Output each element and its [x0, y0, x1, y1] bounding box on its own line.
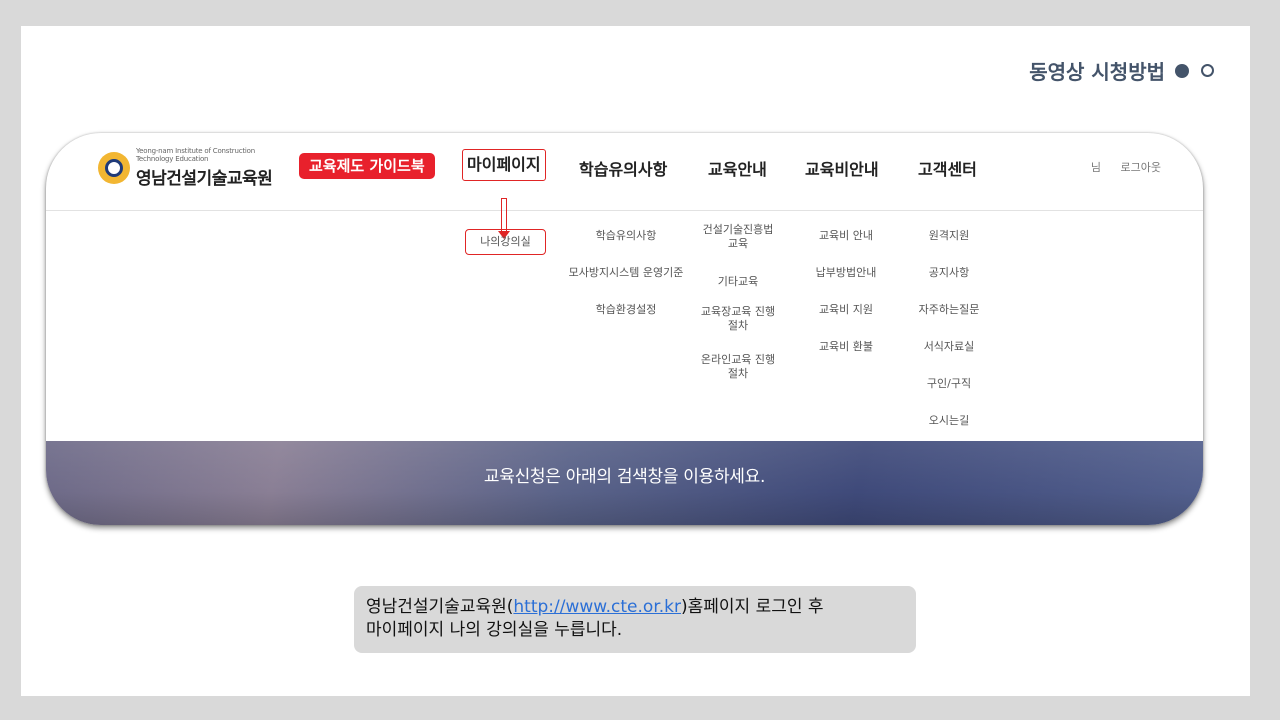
site-url-link[interactable]: http://www.cte.or.kr — [513, 597, 681, 617]
logo-name: 영남건설기술교육원 — [136, 169, 273, 189]
website-screenshot: Yeong-nam Institute of Construction Tech… — [46, 133, 1203, 525]
submenu-item[interactable]: 교육비 안내 — [806, 229, 886, 266]
submenu-my-classroom[interactable]: 나의강의실 — [465, 229, 546, 255]
submenu-fee-info: 교육비 안내 납부방법안내 교육비 지원 교육비 환불 — [806, 229, 886, 377]
banner-text: 교육신청은 아래의 검색창을 이용하세요. — [483, 467, 766, 487]
submenu-item[interactable]: 학습환경설정 — [561, 303, 691, 340]
nav-education-info[interactable]: 교육안내 — [708, 156, 767, 180]
user-name: 님 — [1090, 161, 1102, 174]
submenu-mypage: 나의강의실 — [462, 229, 549, 266]
slide-title: 동영상 시청방법 — [1029, 56, 1214, 85]
submenu-item[interactable]: 학습유의사항 — [561, 229, 691, 266]
caption-prefix: 영남건설기술교육원( — [366, 597, 514, 617]
submenu-item[interactable]: 공지사항 — [909, 266, 989, 303]
slide: 동영상 시청방법 Yeong-nam Institute of Construc… — [21, 26, 1250, 696]
site-navbar: Yeong-nam Institute of Construction Tech… — [46, 133, 1203, 211]
submenu-education-info: 건설기술진흥법 교육 기타교육 교육장교육 진행절차 온라인교육 진행절차 — [697, 223, 779, 390]
submenu-item[interactable]: 모사방지시스템 운영기준 — [561, 266, 691, 303]
nav-study-notes[interactable]: 학습유의사항 — [579, 156, 667, 180]
submenu-item[interactable]: 납부방법안내 — [806, 266, 886, 303]
logo-subtitle: Yeong-nam Institute of Construction Tech… — [136, 147, 255, 163]
caption-suffix: )홈페이지 로그인 후 — [680, 597, 824, 617]
logout-link[interactable]: 로그아웃 — [1121, 161, 1161, 174]
nav-mypage[interactable]: 마이페이지 — [462, 149, 546, 181]
submenu-item[interactable]: 원격지원 — [909, 229, 989, 266]
search-banner: 교육신청은 아래의 검색창을 이용하세요. — [46, 441, 1203, 525]
user-area: 님 로그아웃 — [1091, 159, 1161, 175]
submenu-item[interactable]: 교육비 지원 — [806, 303, 886, 340]
nav-fee-info[interactable]: 교육비안내 — [805, 156, 879, 180]
submenu-item[interactable]: 건설기술진흥법 교육 — [697, 223, 779, 275]
site-logo[interactable]: Yeong-nam Institute of Construction Tech… — [98, 147, 286, 189]
submenu-customer-center: 원격지원 공지사항 자주하는질문 서식자료실 구인/구직 오시는길 — [909, 229, 989, 451]
slide-title-text: 동영상 시청방법 — [1029, 60, 1165, 84]
submenu-study-notes: 학습유의사항 모사방지시스템 운영기준 학습환경설정 — [561, 229, 691, 340]
submenu-item[interactable]: 온라인교육 진행절차 — [697, 353, 779, 390]
emblem-icon — [98, 152, 130, 184]
submenu-item[interactable]: 구인/구직 — [909, 377, 989, 414]
submenu-item[interactable]: 서식자료실 — [909, 340, 989, 377]
filled-dot-icon — [1175, 63, 1189, 78]
empty-dot-icon — [1201, 64, 1214, 77]
instruction-caption: 영남건설기술교육원(http://www.cte.or.kr)홈페이지 로그인 … — [354, 586, 916, 653]
nav-customer-center[interactable]: 고객센터 — [918, 156, 977, 180]
submenu-item[interactable]: 교육비 환불 — [806, 340, 886, 377]
caption-line2: 마이페이지 나의 강의실을 누릅니다. — [366, 620, 623, 640]
submenu-item[interactable]: 자주하는질문 — [909, 303, 989, 340]
submenu-item[interactable]: 교육장교육 진행절차 — [697, 305, 779, 353]
guidebook-button[interactable]: 교육제도 가이드북 — [299, 153, 435, 179]
submenu-item[interactable]: 기타교육 — [697, 275, 779, 305]
